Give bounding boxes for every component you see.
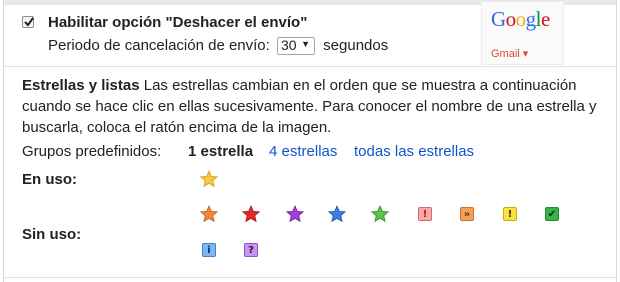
cancel-period-row: Periodo de cancelación de envío: 30 ▼ se… <box>48 37 389 56</box>
red-star-icon[interactable] <box>242 205 260 223</box>
section-divider <box>3 66 617 67</box>
cancel-period-label: Periodo de cancelación de envío: <box>48 37 270 54</box>
google-gmail-preview: Google Gmail ▾ <box>481 1 564 65</box>
stars-heading: Estrellas y listas <box>22 77 140 94</box>
cancel-period-unit: segundos <box>323 37 389 54</box>
checkmark-icon <box>24 17 34 27</box>
preset-all-stars-link[interactable]: todas las estrellas <box>354 143 474 160</box>
blue-info-icon[interactable]: i <box>202 243 216 257</box>
blue-star-icon[interactable] <box>328 205 346 223</box>
chevron-down-icon: ▼ <box>301 39 310 50</box>
purple-question-icon[interactable]: ? <box>244 243 258 257</box>
preset-1-star: 1 estrella <box>188 143 254 160</box>
undo-send-label: Habilitar opción "Deshacer el envío" <box>48 14 308 31</box>
logo-letter: G <box>491 7 506 31</box>
yellow-star-icon[interactable] <box>200 170 218 188</box>
green-star-icon[interactable] <box>371 205 389 223</box>
cancel-period-value: 30 <box>281 37 297 54</box>
google-logo: Google <box>491 7 550 32</box>
stars-description: Estrellas y listas Las estrellas cambian… <box>22 75 612 138</box>
purple-star-icon[interactable] <box>286 205 304 223</box>
orange-star-icon[interactable] <box>200 205 218 223</box>
cancel-period-select[interactable]: 30 ▼ <box>277 37 315 56</box>
green-check-icon[interactable]: ✔ <box>545 207 559 221</box>
bottom-divider <box>3 277 617 278</box>
gmail-menu[interactable]: Gmail ▾ <box>491 47 528 60</box>
preset-groups-label: Grupos predefinidos: <box>22 143 162 160</box>
in-use-label: En uso: <box>22 171 77 188</box>
yellow-bang-icon[interactable]: ! <box>503 207 517 221</box>
red-bang-icon[interactable]: ! <box>418 207 432 221</box>
not-in-use-label: Sin uso: <box>22 226 82 243</box>
preset-4-stars-link[interactable]: 4 estrellas <box>269 143 337 160</box>
logo-letter: o <box>515 7 527 31</box>
logo-letter: g <box>525 7 537 31</box>
logo-letter: o <box>505 7 517 31</box>
logo-letter: e <box>541 7 550 31</box>
undo-send-checkbox[interactable] <box>22 16 34 28</box>
orange-guillemet-icon[interactable]: » <box>460 207 474 221</box>
